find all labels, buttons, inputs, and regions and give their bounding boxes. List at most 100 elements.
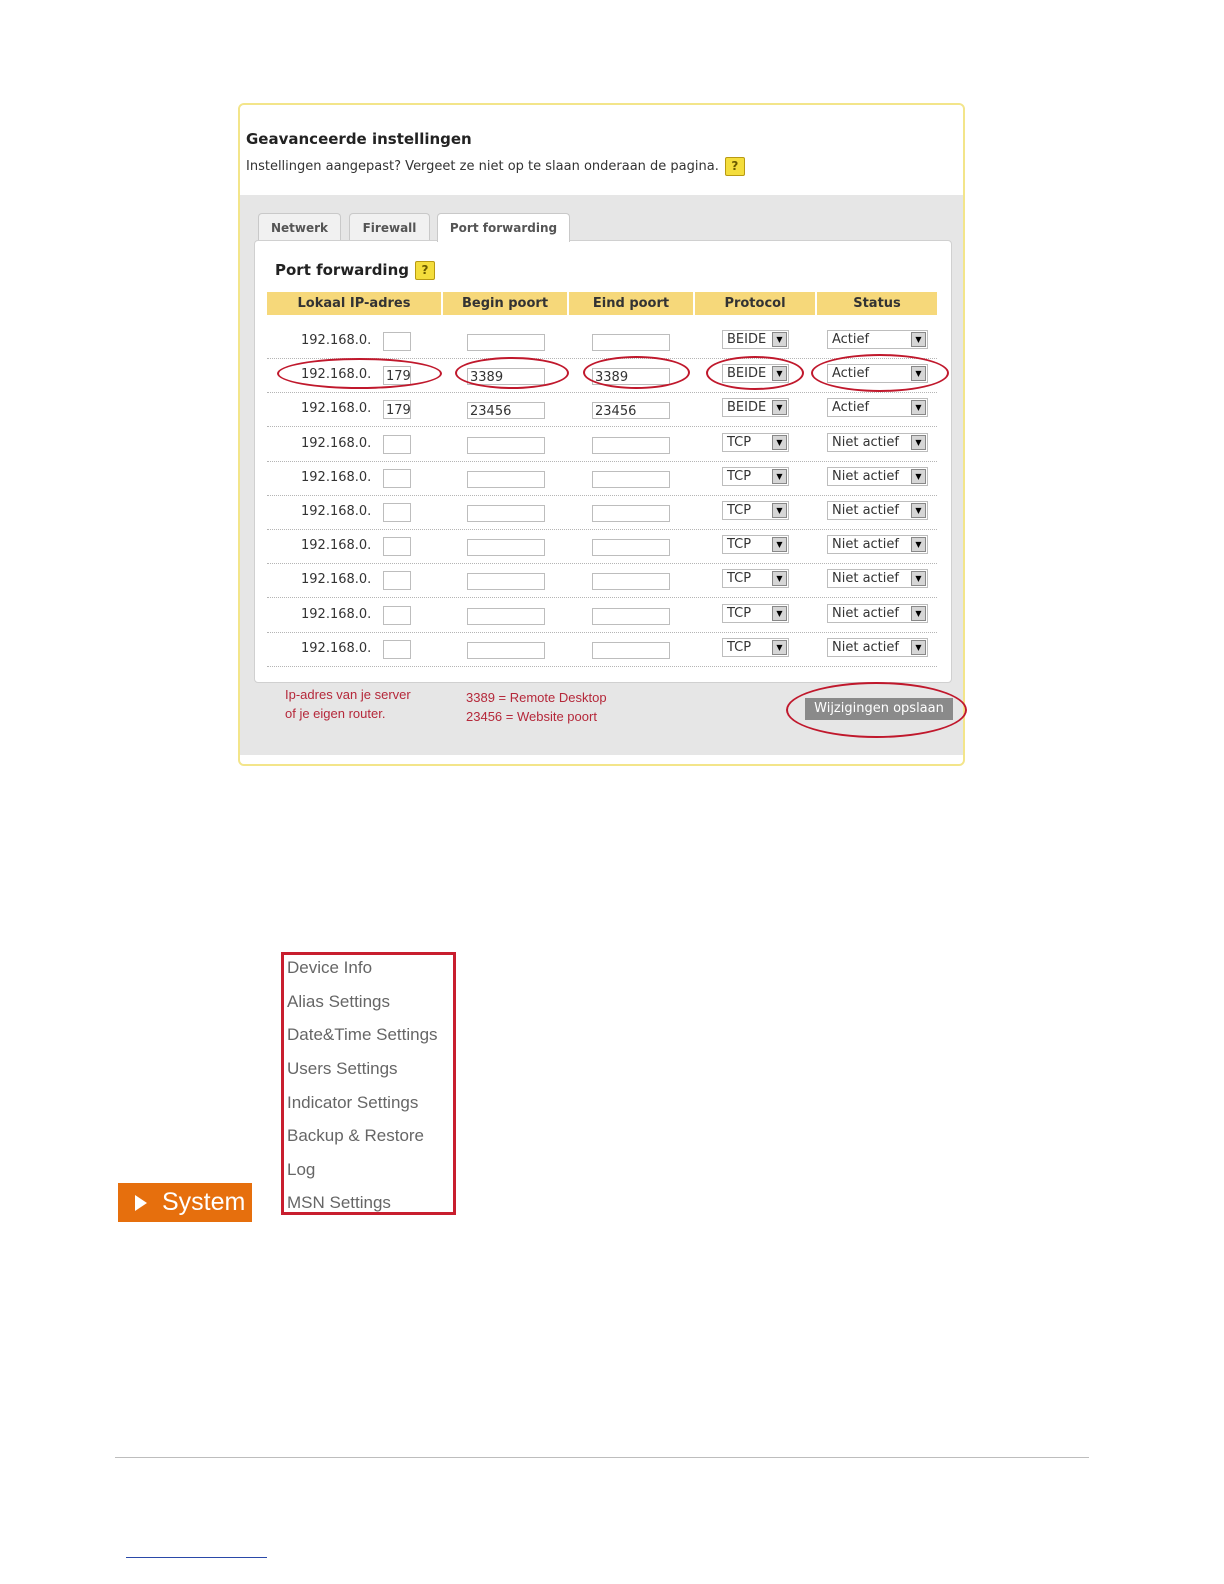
ip-last-octet-input[interactable]: [383, 605, 411, 625]
end-port-input[interactable]: 23456: [592, 402, 670, 420]
dropdown-arrow-icon[interactable]: ▼: [911, 468, 926, 484]
status-select[interactable]: Actief ▼: [827, 398, 928, 418]
status-select[interactable]: Niet actief ▼: [827, 603, 928, 623]
protocol-select[interactable]: TCP ▼: [722, 501, 789, 520]
menu-item-users-settings[interactable]: Users Settings: [287, 1059, 398, 1079]
status-select[interactable]: Niet actief ▼: [827, 432, 928, 452]
menu-item-msn-settings[interactable]: MSN Settings: [287, 1193, 391, 1213]
ip-last-octet-input[interactable]: [383, 571, 411, 591]
column-header-status: Status: [853, 296, 901, 311]
protocol-select[interactable]: TCP ▼: [722, 432, 789, 452]
ip-address-note: Ip-adres van je server of je eigen route…: [285, 685, 411, 723]
menu-item-device-info[interactable]: Device Info: [287, 958, 372, 978]
menu-item-date-time-settings[interactable]: Date&Time Settings: [287, 1025, 438, 1045]
dropdown-arrow-icon[interactable]: ▼: [911, 571, 926, 587]
dropdown-arrow-icon[interactable]: ▼: [772, 503, 787, 518]
ip-prefix: 192.168.0.: [301, 572, 372, 588]
protocol-select[interactable]: TCP ▼: [722, 466, 789, 486]
end-port-input[interactable]: [592, 573, 670, 591]
end-port-input[interactable]: [592, 505, 670, 522]
dropdown-arrow-icon[interactable]: ▼: [772, 571, 787, 587]
protocol-select[interactable]: TCP ▼: [722, 637, 789, 657]
table-row: 192.168.0. TCP ▼ Niet actief ▼: [267, 462, 937, 496]
dropdown-arrow-icon[interactable]: ▼: [911, 537, 926, 553]
begin-port-input[interactable]: [467, 505, 545, 522]
status-value: Niet actief: [832, 571, 899, 587]
table-row: 192.168.0. TCP ▼ Niet actief ▼: [267, 428, 937, 462]
page-divider: [115, 1457, 1089, 1458]
ip-last-octet-input[interactable]: [383, 537, 411, 557]
status-select[interactable]: Niet actief ▼: [827, 466, 928, 486]
protocol-select[interactable]: BEIDE ▼: [722, 330, 789, 349]
status-select[interactable]: Niet actief ▼: [827, 501, 928, 520]
status-value: Niet actief: [832, 468, 899, 484]
dropdown-arrow-icon[interactable]: ▼: [911, 605, 926, 621]
dropdown-arrow-icon[interactable]: ▼: [772, 468, 787, 484]
system-menu-button[interactable]: System: [118, 1183, 252, 1222]
menu-item-indicator-settings[interactable]: Indicator Settings: [287, 1093, 418, 1113]
note-line: Ip-adres van je server: [285, 687, 411, 702]
dropdown-arrow-icon[interactable]: ▼: [772, 434, 787, 450]
table-row: 192.168.0. TCP ▼ Niet actief ▼: [267, 564, 937, 599]
ip-last-octet-input[interactable]: 179: [383, 400, 411, 420]
begin-port-input[interactable]: [467, 334, 545, 351]
end-port-input[interactable]: [592, 334, 670, 351]
system-label: System: [162, 1188, 246, 1216]
end-port-input[interactable]: [592, 436, 670, 454]
protocol-select[interactable]: TCP ▼: [722, 535, 789, 555]
protocol-select[interactable]: TCP ▼: [722, 603, 789, 623]
ip-last-octet-input[interactable]: [383, 468, 411, 488]
end-port-input[interactable]: [592, 607, 670, 625]
menu-item-backup-restore[interactable]: Backup & Restore: [287, 1126, 424, 1146]
tab-port-forwarding[interactable]: Port forwarding: [437, 213, 570, 242]
table-row: 192.168.0. TCP ▼ Niet actief ▼: [267, 599, 937, 633]
menu-item-log[interactable]: Log: [287, 1160, 315, 1180]
dropdown-arrow-icon[interactable]: ▼: [772, 332, 787, 347]
end-port-input[interactable]: [592, 539, 670, 557]
begin-port-input[interactable]: [467, 539, 545, 557]
dropdown-arrow-icon[interactable]: ▼: [911, 639, 926, 655]
status-select[interactable]: Niet actief ▼: [827, 637, 928, 657]
protocol-value: TCP: [727, 468, 752, 484]
protocol-select[interactable]: BEIDE ▼: [722, 398, 789, 418]
dropdown-arrow-icon[interactable]: ▼: [911, 434, 926, 450]
section-title: Port forwarding?: [275, 261, 435, 280]
ip-last-octet-input[interactable]: [383, 639, 411, 659]
status-value: Actief: [832, 400, 870, 416]
begin-port-input[interactable]: [467, 470, 545, 488]
help-icon[interactable]: ?: [724, 157, 745, 176]
protocol-value: TCP: [727, 605, 752, 621]
protocol-select[interactable]: TCP ▼: [722, 569, 789, 589]
help-icon[interactable]: ?: [415, 261, 435, 280]
status-select[interactable]: Niet actief ▼: [827, 535, 928, 555]
column-header-protocol: Protocol: [724, 296, 786, 311]
annotation-ellipse-status: [811, 354, 949, 392]
dropdown-arrow-icon[interactable]: ▼: [772, 537, 787, 553]
dropdown-arrow-icon[interactable]: ▼: [911, 332, 926, 347]
ip-prefix: 192.168.0.: [301, 469, 372, 485]
status-select[interactable]: Actief ▼: [827, 330, 928, 349]
ip-last-octet-input[interactable]: [383, 332, 411, 351]
ip-last-octet-input[interactable]: [383, 434, 411, 454]
status-select[interactable]: Niet actief ▼: [827, 569, 928, 589]
dropdown-arrow-icon[interactable]: ▼: [911, 400, 926, 416]
begin-port-input[interactable]: 23456: [467, 402, 545, 420]
dropdown-arrow-icon[interactable]: ▼: [772, 639, 787, 655]
menu-item-alias-settings[interactable]: Alias Settings: [287, 992, 390, 1012]
protocol-value: TCP: [727, 571, 752, 587]
tab-firewall[interactable]: Firewall: [349, 213, 430, 240]
begin-port-input[interactable]: [467, 607, 545, 625]
end-port-input[interactable]: [592, 641, 670, 659]
ip-last-octet-input[interactable]: [383, 503, 411, 522]
end-port-input[interactable]: [592, 470, 670, 488]
dropdown-arrow-icon[interactable]: ▼: [911, 503, 926, 518]
begin-port-input[interactable]: [467, 641, 545, 659]
protocol-value: TCP: [727, 639, 752, 655]
protocol-value: BEIDE: [727, 332, 767, 347]
protocol-value: TCP: [727, 503, 752, 518]
begin-port-input[interactable]: [467, 436, 545, 454]
dropdown-arrow-icon[interactable]: ▼: [772, 400, 787, 416]
tab-netwerk[interactable]: Netwerk: [258, 213, 341, 240]
dropdown-arrow-icon[interactable]: ▼: [772, 605, 787, 621]
begin-port-input[interactable]: [467, 573, 545, 591]
